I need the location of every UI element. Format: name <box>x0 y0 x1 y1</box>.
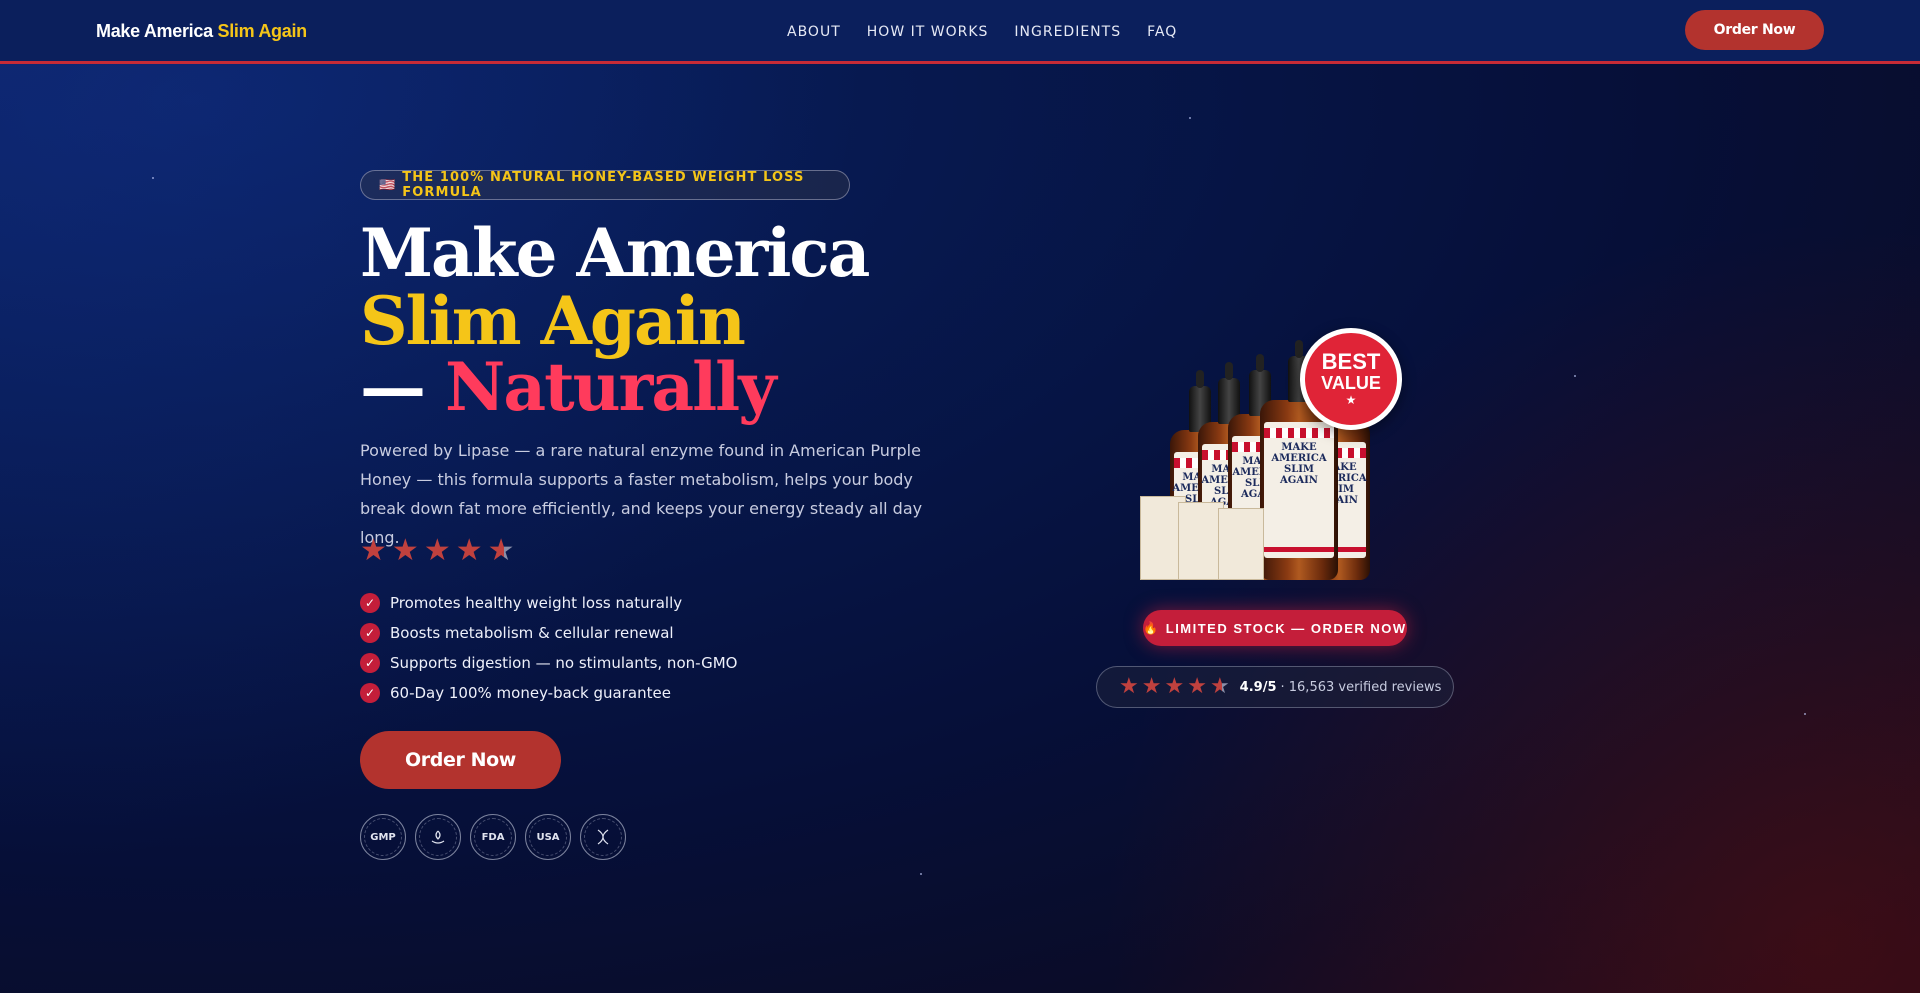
top-navbar: Make America Slim Again ABOUT HOW IT WOR… <box>0 0 1920 64</box>
check-icon: ✓ <box>360 593 380 613</box>
benefit-item: ✓ Supports digestion — no stimulants, no… <box>360 648 737 678</box>
background-star <box>1804 713 1806 715</box>
brand-text-accent: Slim Again <box>217 21 308 41</box>
trust-badges: GMP FDA USA <box>360 814 626 860</box>
benefit-item: ✓ Promotes healthy weight loss naturally <box>360 588 737 618</box>
star-icon: ★ <box>1119 674 1139 699</box>
star-icon: ★ <box>1187 674 1207 699</box>
nav-link-ingredients[interactable]: INGREDIENTS <box>1014 24 1121 40</box>
fda-badge: FDA <box>470 814 516 860</box>
limited-stock-button[interactable]: 🔥 LIMITED STOCK — ORDER NOW <box>1143 610 1407 646</box>
headline-dash: — <box>360 348 445 426</box>
brand-text-primary: Make America <box>96 21 213 41</box>
gmp-badge: GMP <box>360 814 406 860</box>
star-icon: ★ <box>455 533 483 568</box>
star-icon: ★ <box>391 533 419 568</box>
benefit-item: ✓ 60-Day 100% money-back guarantee <box>360 678 737 708</box>
best-value-line2: VALUE <box>1321 373 1381 393</box>
star-icon: ★ <box>1345 393 1357 407</box>
benefit-text: Boosts metabolism & cellular renewal <box>390 624 674 642</box>
review-stars: ★ ★ ★ ★ ★ <box>1119 676 1230 698</box>
us-flag-icon: 🇺🇸 <box>379 177 397 193</box>
review-summary: ★ ★ ★ ★ ★ 4.9/5 · 16,563 verified review… <box>1096 666 1454 708</box>
hero-order-button[interactable]: Order Now <box>360 731 561 789</box>
best-value-line1: BEST <box>1321 349 1381 374</box>
benefit-text: 60-Day 100% money-back guarantee <box>390 684 671 702</box>
background-star <box>1574 375 1576 377</box>
nav-link-about[interactable]: ABOUT <box>787 24 841 40</box>
benefit-item: ✓ Boosts metabolism & cellular renewal <box>360 618 737 648</box>
benefits-list: ✓ Promotes healthy weight loss naturally… <box>360 588 737 708</box>
check-icon: ✓ <box>360 623 380 643</box>
best-value-seal: BEST VALUE ★ <box>1300 328 1402 430</box>
check-icon: ✓ <box>360 683 380 703</box>
nav-link-faq[interactable]: FAQ <box>1147 24 1177 40</box>
star-icon: ★ <box>423 533 451 568</box>
half-star-icon: ★ <box>1209 674 1230 699</box>
fire-icon: 🔥 <box>1143 621 1160 635</box>
usa-badge: USA <box>525 814 571 860</box>
background-glow <box>0 0 1920 993</box>
brand-logo[interactable]: Make America Slim Again <box>96 21 307 42</box>
background-star <box>1189 117 1191 119</box>
background-star <box>152 177 154 179</box>
benefit-text: Supports digestion — no stimulants, non-… <box>390 654 738 672</box>
limited-stock-label: LIMITED STOCK — ORDER NOW <box>1165 620 1407 636</box>
benefit-text: Promotes healthy weight loss naturally <box>390 594 683 612</box>
nav-order-button[interactable]: Order Now <box>1685 10 1824 50</box>
non-gmo-badge <box>580 814 626 860</box>
bottle-image: MAKE AMERICA SLIM AGAIN <box>1260 356 1338 580</box>
hero-tagline-pill: 🇺🇸 THE 100% NATURAL HONEY-BASED WEIGHT L… <box>360 170 850 200</box>
booklet-image <box>1218 508 1264 580</box>
half-star-icon: ★ <box>487 533 515 568</box>
star-icon: ★ <box>1164 674 1185 699</box>
headline-accent-word: Naturally <box>444 348 777 426</box>
hero-rating-stars: ★ ★ ★ ★ ★ <box>360 536 515 566</box>
star-icon: ★ <box>1141 674 1162 699</box>
headline-line-2: Slim Again <box>360 282 746 360</box>
star-icon: ★ <box>360 533 387 568</box>
main-menu: ABOUT HOW IT WORKS INGREDIENTS FAQ <box>787 24 1177 40</box>
hands-leaf-icon <box>431 830 445 844</box>
nav-link-how-it-works[interactable]: HOW IT WORKS <box>867 24 989 40</box>
check-icon: ✓ <box>360 653 380 673</box>
background-star <box>920 873 922 875</box>
headline-line-3: — Naturally <box>360 354 777 420</box>
headline-line-1: Make America <box>360 214 870 292</box>
natural-badge <box>415 814 461 860</box>
review-score: 4.9/5 <box>1239 679 1277 695</box>
dna-icon <box>597 829 609 845</box>
review-count: · 16,563 verified reviews <box>1280 679 1442 695</box>
tagline-text: THE 100% NATURAL HONEY-BASED WEIGHT LOSS… <box>402 170 805 200</box>
